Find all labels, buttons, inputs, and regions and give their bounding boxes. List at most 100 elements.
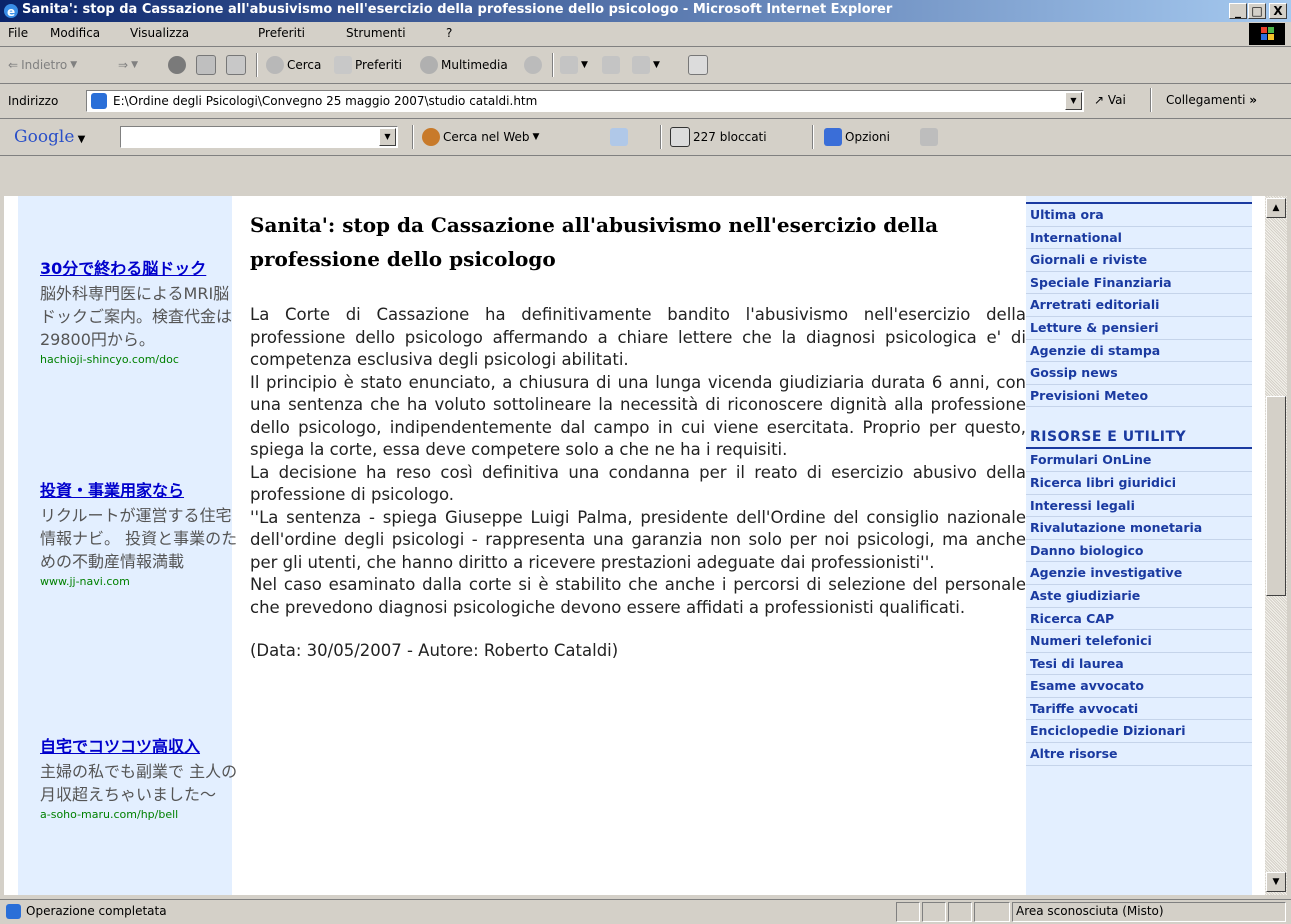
sidebar-link[interactable]: Esame avvocato xyxy=(1026,675,1252,698)
home-button[interactable] xyxy=(226,55,246,75)
links-button[interactable]: Collegamenti » xyxy=(1166,93,1257,107)
menu-strumenti[interactable]: Strumenti xyxy=(346,26,406,40)
search-button[interactable]: Cerca xyxy=(266,55,321,75)
back-button[interactable]: ⇐ Indietro ▼ xyxy=(8,55,77,75)
scroll-up-button[interactable]: ▲ xyxy=(1266,198,1286,218)
sidebar-link[interactable]: Ultima ora xyxy=(1026,204,1252,227)
favorites-icon xyxy=(334,56,352,74)
pagerank-icon xyxy=(610,128,628,146)
sidebar-rule xyxy=(1026,196,1252,204)
menu-visualizza[interactable]: Visualizza xyxy=(130,26,189,40)
google-toolbar: Google ▼ ▼ Cerca nel Web ▼ 227 bloccati … xyxy=(0,119,1291,156)
forward-arrow-icon: ⇒ xyxy=(118,58,129,72)
menu-preferiti[interactable]: Preferiti xyxy=(258,26,305,40)
ad-3[interactable]: 自宅でコツコツ高収入 主婦の私でも副業で 主人の月収超えちゃいました～ a-so… xyxy=(40,736,240,821)
article-title: Sanita': stop da Cassazione all'abusivis… xyxy=(250,213,939,271)
sidebar-link[interactable]: Rivalutazione monetaria xyxy=(1026,517,1252,540)
stop-icon xyxy=(168,56,186,74)
discuss-button[interactable] xyxy=(688,55,708,75)
pagerank-button[interactable] xyxy=(610,127,628,147)
sidebar-link[interactable]: Giornali e riviste xyxy=(1026,249,1252,272)
ad-2[interactable]: 投資・事業用家なら リクルートが運営する住宅情報ナビ。 投資と事業のための不動産… xyxy=(40,480,240,588)
menu-modifica[interactable]: Modifica xyxy=(50,26,100,40)
scroll-thumb[interactable] xyxy=(1266,396,1286,596)
address-value: E:\Ordine degli Psicologi\Convegno 25 ma… xyxy=(113,94,538,108)
sidebar-link[interactable]: Formulari OnLine xyxy=(1026,449,1252,472)
mail-icon xyxy=(560,56,578,74)
menu-file[interactable]: File xyxy=(8,26,28,40)
sidebar-link[interactable]: Tesi di laurea xyxy=(1026,653,1252,676)
page-icon xyxy=(91,93,107,109)
ad-body: リクルートが運営する住宅情報ナビ。 投資と事業のための不動産情報満載 xyxy=(40,506,238,571)
sidebar-link[interactable]: Agenzie di stampa xyxy=(1026,340,1252,363)
refresh-icon xyxy=(196,55,216,75)
stop-button[interactable] xyxy=(168,55,186,75)
refresh-button[interactable] xyxy=(196,55,216,75)
article-paragraph: ''La sentenza - spiega Giuseppe Luigi Pa… xyxy=(250,507,1026,572)
sidebar-link[interactable]: Ricerca libri giuridici xyxy=(1026,472,1252,495)
mail-button[interactable]: ▼ xyxy=(560,55,588,75)
right-sidebar: Ultima ora International Giornali e rivist… xyxy=(1026,196,1252,895)
article-body: La Corte di Cassazione ha definitivament… xyxy=(250,304,1026,619)
sidebar-link[interactable]: Numeri telefonici xyxy=(1026,630,1252,653)
google-search-input[interactable]: ▼ xyxy=(120,126,398,148)
binoculars-icon xyxy=(422,128,440,146)
search-web-button[interactable]: Cerca nel Web ▼ xyxy=(422,127,539,147)
sidebar-link[interactable]: Interessi legali xyxy=(1026,495,1252,518)
menu-help[interactable]: ? xyxy=(446,26,452,40)
chevron-down-icon: ▼ xyxy=(532,132,540,142)
window-title: Sanita': stop da Cassazione all'abusivis… xyxy=(22,2,893,17)
windows-logo xyxy=(1249,23,1285,45)
scroll-down-button[interactable]: ▼ xyxy=(1266,872,1286,892)
address-input[interactable]: E:\Ordine degli Psicologi\Convegno 25 ma… xyxy=(86,90,1084,112)
ad-url[interactable]: a-soho-maru.com/hp/bell xyxy=(40,808,240,821)
print-button[interactable] xyxy=(602,55,620,75)
popup-blocker-button[interactable]: 227 bloccati xyxy=(670,127,767,147)
sidebar-link[interactable]: Aste giudiziarie xyxy=(1026,585,1252,608)
sidebar-link[interactable]: Tariffe avvocati xyxy=(1026,698,1252,721)
sidebar-link[interactable]: Ricerca CAP xyxy=(1026,608,1252,631)
edit-button[interactable]: ▼ xyxy=(632,55,660,75)
highlight-button[interactable] xyxy=(920,127,938,147)
ad-url[interactable]: www.jj-navi.com xyxy=(40,575,240,588)
sidebar-link[interactable]: Agenzie investigative xyxy=(1026,562,1252,585)
page-viewport: 30分で終わる脳ドック 脳外科専門医によるMRI脳ドックご案内。検査代金は298… xyxy=(4,196,1269,895)
ad-1[interactable]: 30分で終わる脳ドック 脳外科専門医によるMRI脳ドックご案内。検査代金は298… xyxy=(40,258,240,366)
close-button[interactable]: X xyxy=(1269,3,1287,19)
go-button[interactable]: ↗ Vai xyxy=(1094,93,1126,107)
forward-button[interactable]: ⇒ ▼ xyxy=(118,55,138,75)
google-search-dropdown[interactable]: ▼ xyxy=(379,128,396,146)
article-paragraph: La Corte di Cassazione ha definitivament… xyxy=(250,305,1026,369)
ad-url[interactable]: hachioji-shincyo.com/doc xyxy=(40,353,240,366)
sidebar-link[interactable]: Altre risorse xyxy=(1026,743,1252,766)
sidebar-link[interactable]: Previsioni Meteo xyxy=(1026,385,1252,408)
vertical-scrollbar[interactable]: ▲ ▼ xyxy=(1265,196,1287,895)
article-meta: (Data: 30/05/2007 - Autore: Roberto Cata… xyxy=(250,641,619,660)
ad-body: 主婦の私でも副業で 主人の月収超えちゃいました～ xyxy=(40,762,238,804)
sidebar-link[interactable]: Letture & pensieri xyxy=(1026,317,1252,340)
article: Sanita': stop da Cassazione all'abusivis… xyxy=(250,196,1026,660)
google-logo-text: Google xyxy=(14,127,75,147)
address-label: Indirizzo xyxy=(8,94,59,108)
sidebar-link[interactable]: Gossip news xyxy=(1026,362,1252,385)
google-logo[interactable]: Google ▼ xyxy=(14,127,85,147)
maximize-button[interactable]: □ xyxy=(1248,3,1266,19)
media-button[interactable]: Multimedia xyxy=(420,55,508,75)
options-label: Opzioni xyxy=(845,130,890,144)
sidebar-link[interactable]: Speciale Finanziaria xyxy=(1026,272,1252,295)
minimize-button[interactable]: _ xyxy=(1229,3,1247,19)
sidebar-link[interactable]: Enciclopedie Dizionari xyxy=(1026,720,1252,744)
sidebar-link[interactable]: International xyxy=(1026,227,1252,250)
search-icon xyxy=(266,56,284,74)
ad-title[interactable]: 30分で終わる脳ドック xyxy=(40,258,240,280)
ad-title[interactable]: 投資・事業用家なら xyxy=(40,480,240,502)
options-button[interactable]: Opzioni xyxy=(824,127,890,147)
ad-body: 脳外科専門医によるMRI脳ドックご案内。検査代金は29800円から。 xyxy=(40,284,233,349)
favorites-button[interactable]: Preferiti xyxy=(334,55,402,75)
sidebar-link[interactable]: Arretrati editoriali xyxy=(1026,294,1252,317)
sidebar-link[interactable]: Danno biologico xyxy=(1026,540,1252,563)
history-button[interactable] xyxy=(524,55,542,75)
ad-title[interactable]: 自宅でコツコツ高収入 xyxy=(40,736,240,758)
address-dropdown-button[interactable]: ▼ xyxy=(1065,92,1082,110)
popup-blocker-icon xyxy=(670,127,690,147)
